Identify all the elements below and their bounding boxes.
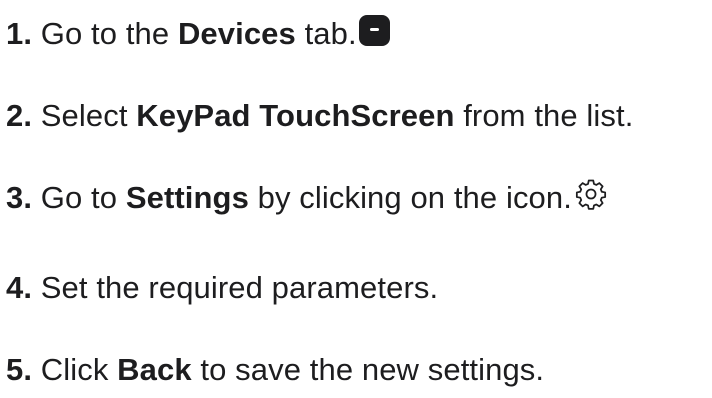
step-number: 5.	[6, 352, 33, 387]
step-number: 3.	[6, 180, 33, 215]
back-name: Back	[117, 352, 192, 387]
step-1: 1. Go to the Devices tab.	[6, 12, 390, 56]
step-number: 4.	[6, 270, 33, 305]
device-name: KeyPad TouchScreen	[136, 98, 455, 133]
step-number: 1.	[6, 16, 33, 51]
step-text: Click	[40, 352, 109, 387]
devices-tab-name: Devices	[177, 16, 296, 51]
step-text: to save the new settings.	[200, 352, 545, 387]
step-5: 5. Click Back to save the new settings.	[6, 348, 544, 392]
step-text: by clicking on the icon.	[257, 180, 572, 215]
step-text: tab.	[304, 16, 357, 51]
gear-icon	[575, 179, 606, 210]
step-4: 4. Set the required parameters.	[6, 266, 438, 310]
step-text: Go to the	[40, 16, 170, 51]
step-text: Select	[40, 98, 128, 133]
step-text: from the list.	[463, 98, 634, 133]
step-text: Go to	[40, 180, 118, 215]
step-number: 2.	[6, 98, 33, 133]
settings-name: Settings	[125, 180, 249, 215]
step-text: Set the required parameters.	[40, 270, 439, 305]
step-2: 2. Select KeyPad TouchScreen from the li…	[6, 94, 633, 138]
step-3: 3. Go to Settings by clicking on the ico…	[6, 176, 608, 220]
instructions-list: 1. Go to the Devices tab. 2. Select KeyP…	[0, 0, 712, 398]
devices-tab-icon	[358, 15, 390, 46]
